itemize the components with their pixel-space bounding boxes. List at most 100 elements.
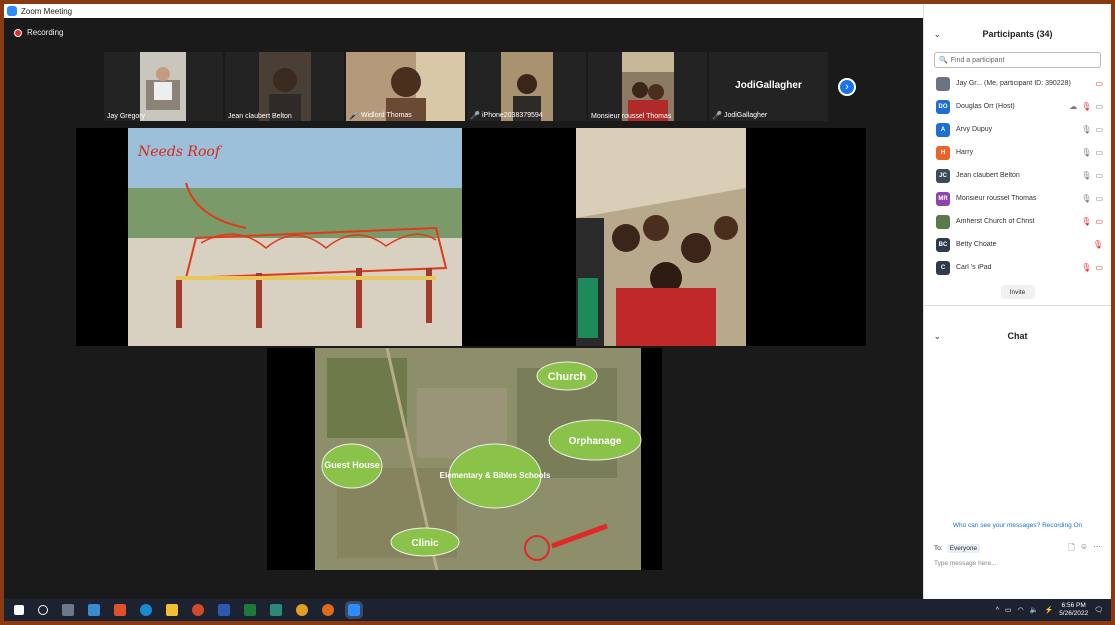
video-off-icon: ▭ (1095, 217, 1103, 226)
participant-video-image (622, 52, 674, 121)
participant-name: Jean claubert Belton (956, 172, 1020, 179)
map-label-church: Church (548, 371, 587, 383)
network-icon[interactable]: ⚡ (1044, 606, 1053, 614)
participants-title: Participants (34) (982, 29, 1053, 39)
participant-name: Douglas Orr (Host) (956, 103, 1015, 110)
excel-icon[interactable] (244, 604, 256, 616)
chat-visibility-link[interactable]: Who can see your messages? Recording On (924, 522, 1111, 529)
children-video-image (576, 128, 746, 346)
avatar: JC (936, 168, 950, 183)
emoji-icon[interactable]: ☺ (1080, 542, 1088, 556)
meeting-area: Recording Jay Gregory Jean claubert Belt… (4, 18, 923, 599)
calculator-icon[interactable] (62, 604, 74, 616)
participant-list: Jay Gr... (Me, participant ID: 390228) ▭ D… (924, 72, 1111, 279)
more-icon[interactable]: ⋯ (1093, 542, 1101, 556)
video-off-icon: ▭ (1095, 263, 1103, 272)
volume-icon[interactable]: 🔈 (1030, 606, 1039, 614)
file-icon[interactable]: 🗋 (1068, 542, 1074, 556)
participants-header: ⌄ Participants (34) (924, 22, 1111, 46)
invite-button[interactable]: Invite (1000, 285, 1035, 299)
tile-label: 🎤 JodiGallagher (712, 111, 768, 120)
tile-label: Jay Gregory (107, 113, 146, 120)
map-label-orphanage: Orphanage (569, 436, 622, 447)
mic-off-icon: 🎤 (470, 111, 480, 120)
chat-title: Chat (1007, 331, 1028, 341)
needs-roof-text: Needs Roof (137, 144, 223, 160)
avatar: BC (936, 237, 950, 252)
chevron-down-icon[interactable]: ⌄ (934, 30, 941, 39)
shared-slide-map: Church Guest House Elementary & Bibles S… (267, 348, 662, 570)
clock[interactable]: 6:56 PM 5/26/2022 (1059, 602, 1088, 618)
mic-icon: 🎙 (1081, 148, 1092, 157)
system-tray: ^ ▭ ◠ 🔈 ⚡ 6:56 PM 5/26/2022 🗨 (996, 599, 1103, 621)
participant-row[interactable]: Amherst Church of Christ 🎙 ▭ (924, 210, 1111, 233)
edge-icon[interactable] (140, 604, 152, 616)
chevron-up-icon[interactable]: ^ (996, 607, 999, 614)
thumbnail-strip: Jay Gregory Jean claubert Belton 🎤 Widlor… (104, 52, 828, 121)
participant-row[interactable]: JC Jean claubert Belton 🎙 ▭ (924, 164, 1111, 187)
video-tile[interactable]: Jean claubert Belton (225, 52, 344, 121)
participant-status-icons: ▭ (1095, 79, 1103, 88)
participant-row[interactable]: BC Betty Choate 🎙 (924, 233, 1111, 256)
recipient-select[interactable]: Everyone (946, 544, 981, 553)
word-icon[interactable] (218, 604, 230, 616)
video-tile[interactable]: Monsieur roussel Thomas (588, 52, 707, 121)
map-label-schools: Elementary & Bibles Schools (440, 471, 551, 480)
map-label-clinic: Clinic (411, 538, 439, 549)
participant-row[interactable]: Jay Gr... (Me, participant ID: 390228) ▭ (924, 72, 1111, 95)
tile-label: Monsieur roussel Thomas (591, 113, 672, 120)
windows-start-icon[interactable] (14, 605, 24, 615)
notifications-icon[interactable]: 🗨 (1094, 606, 1103, 614)
zoom-logo-icon (7, 6, 17, 16)
video-tile[interactable]: 🎤 iPhone2038379594 (467, 52, 586, 121)
file-explorer-icon[interactable] (166, 604, 178, 616)
tile-label: 🎤 iPhone2038379594 (470, 111, 543, 120)
recording-indicator[interactable]: Recording (14, 28, 63, 37)
chrome-icon[interactable] (296, 604, 308, 616)
participant-row[interactable]: H Harry 🎙 ▭ (924, 141, 1111, 164)
chevron-down-icon[interactable]: ⌄ (934, 332, 941, 341)
mail-icon[interactable] (88, 604, 100, 616)
participant-status-icons: 🎙 ▭ (1081, 148, 1103, 157)
participant-name: Jay Gr... (Me, participant ID: 390228) (956, 80, 1071, 87)
participant-search-input[interactable]: 🔍 Find a participant (934, 52, 1101, 68)
shared-slide-roof: Needs Roof (76, 128, 466, 346)
office-icon[interactable] (114, 604, 126, 616)
video-tile[interactable]: 🎤 Widlord Thomas (346, 52, 465, 121)
cloud-recording-icon: ☁ (1069, 102, 1078, 111)
participant-name: Harry (956, 149, 974, 156)
video-icon: ▭ (1095, 125, 1103, 134)
participant-status-icons: 🎙 ▭ (1081, 263, 1103, 272)
avatar: A (936, 122, 950, 137)
avatar: C (936, 260, 950, 275)
avatar: DO (936, 99, 950, 114)
side-panel: ⌄ Participants (34) 🔍 Find a participant… (923, 4, 1111, 599)
avatar (936, 214, 950, 229)
participant-row[interactable]: MR Monsieur roussel Thomas 🎙 ▭ (924, 187, 1111, 210)
wifi-icon[interactable]: ◠ (1018, 606, 1024, 614)
firefox-icon[interactable] (322, 604, 334, 616)
zoom-icon[interactable] (345, 601, 363, 619)
participant-row[interactable]: A Arvy Dupuy 🎙 ▭ (924, 118, 1111, 141)
powerpoint-icon[interactable] (192, 604, 204, 616)
next-page-button[interactable]: › (838, 78, 856, 96)
video-icon: ▭ (1095, 171, 1103, 180)
participant-row[interactable]: DO Douglas Orr (Host) ☁ 🎙 ▭ (924, 95, 1111, 118)
chat-message-input[interactable]: Type message here... (934, 560, 997, 567)
participant-status-icons: ☁ 🎙 ▭ (1069, 102, 1103, 111)
tile-label: Jean claubert Belton (228, 113, 292, 120)
video-tile[interactable]: Jay Gregory (104, 52, 223, 121)
divider (924, 305, 1111, 306)
publisher-icon[interactable] (270, 604, 282, 616)
battery-icon[interactable]: ▭ (1005, 606, 1012, 614)
participant-row[interactable]: C Carl 's iPad 🎙 ▭ (924, 256, 1111, 279)
search-icon[interactable] (38, 605, 48, 615)
video-tile[interactable]: JodiGallagher 🎤 JodiGallagher (709, 52, 828, 121)
participant-video-image (140, 52, 186, 121)
participant-name: Betty Choate (956, 241, 997, 248)
mic-off-icon: 🎙 (1081, 263, 1092, 272)
participant-name: Arvy Dupuy (956, 126, 993, 133)
to-label: To: (934, 545, 943, 552)
avatar: H (936, 145, 950, 160)
chat-recipient: To: Everyone (934, 544, 981, 553)
